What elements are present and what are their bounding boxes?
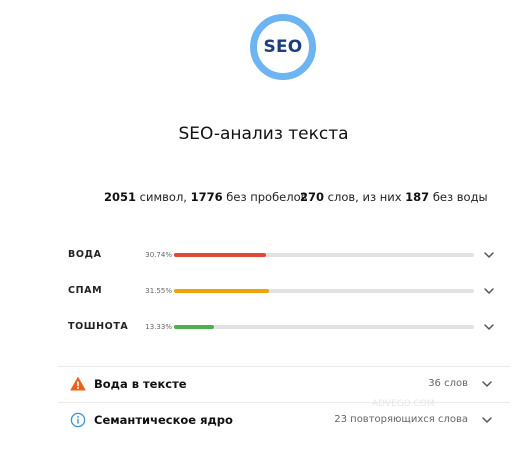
metric-label: ВОДА bbox=[68, 249, 102, 260]
progress-track bbox=[174, 325, 474, 329]
info-icon bbox=[70, 412, 86, 428]
panel-water-in-text[interactable]: Вода в тексте 36 слов bbox=[58, 366, 510, 402]
metric-nausea: ТОШНОТА 13.33% bbox=[68, 320, 498, 334]
metric-label: ТОШНОТА bbox=[68, 321, 129, 332]
char-nospace-label: без пробелов bbox=[222, 190, 308, 204]
char-count-label: символ, bbox=[136, 190, 191, 204]
panel-title: Семантическое ядро bbox=[94, 413, 233, 427]
panel-meta: 36 слов bbox=[428, 378, 468, 389]
seo-logo: SEO bbox=[250, 14, 316, 80]
metric-water: ВОДА 30.74% bbox=[68, 248, 498, 262]
chevron-down-icon[interactable] bbox=[480, 377, 494, 391]
word-count-label: слов, из них bbox=[324, 190, 406, 204]
word-count: 270 bbox=[300, 190, 325, 204]
word-nowater-count: 187 bbox=[405, 190, 430, 204]
page-title: SEO-анализ текста bbox=[178, 124, 349, 144]
progress-track bbox=[174, 289, 474, 293]
progress-fill bbox=[174, 253, 267, 257]
metric-value: 31.55% bbox=[145, 287, 172, 295]
chevron-down-icon[interactable] bbox=[482, 248, 496, 262]
warning-icon bbox=[70, 377, 86, 391]
char-nospace-count: 1776 bbox=[190, 190, 223, 204]
panel-title: Вода в тексте bbox=[94, 377, 187, 391]
word-stats: 270 слов, из них 187 без воды bbox=[300, 190, 488, 204]
chevron-down-icon[interactable] bbox=[482, 284, 496, 298]
chevron-down-icon[interactable] bbox=[482, 320, 496, 334]
metric-spam: СПАМ 31.55% bbox=[68, 284, 498, 298]
chevron-down-icon[interactable] bbox=[480, 413, 494, 427]
word-nowater-label: без воды bbox=[429, 190, 488, 204]
char-count: 2051 bbox=[104, 190, 137, 204]
progress-track bbox=[174, 253, 474, 257]
metric-label: СПАМ bbox=[68, 285, 103, 296]
progress-fill bbox=[174, 289, 269, 293]
char-stats: 2051 символ, 1776 без пробелов bbox=[104, 190, 307, 204]
metric-value: 30.74% bbox=[145, 251, 172, 259]
panel-semantic-core[interactable]: Семантическое ядро 23 повторяющихся слов… bbox=[58, 402, 510, 438]
logo-text: SEO bbox=[263, 37, 303, 57]
panel-meta: 23 повторяющихся слова bbox=[334, 414, 468, 425]
metric-value: 13.33% bbox=[145, 323, 172, 331]
progress-fill bbox=[174, 325, 214, 329]
